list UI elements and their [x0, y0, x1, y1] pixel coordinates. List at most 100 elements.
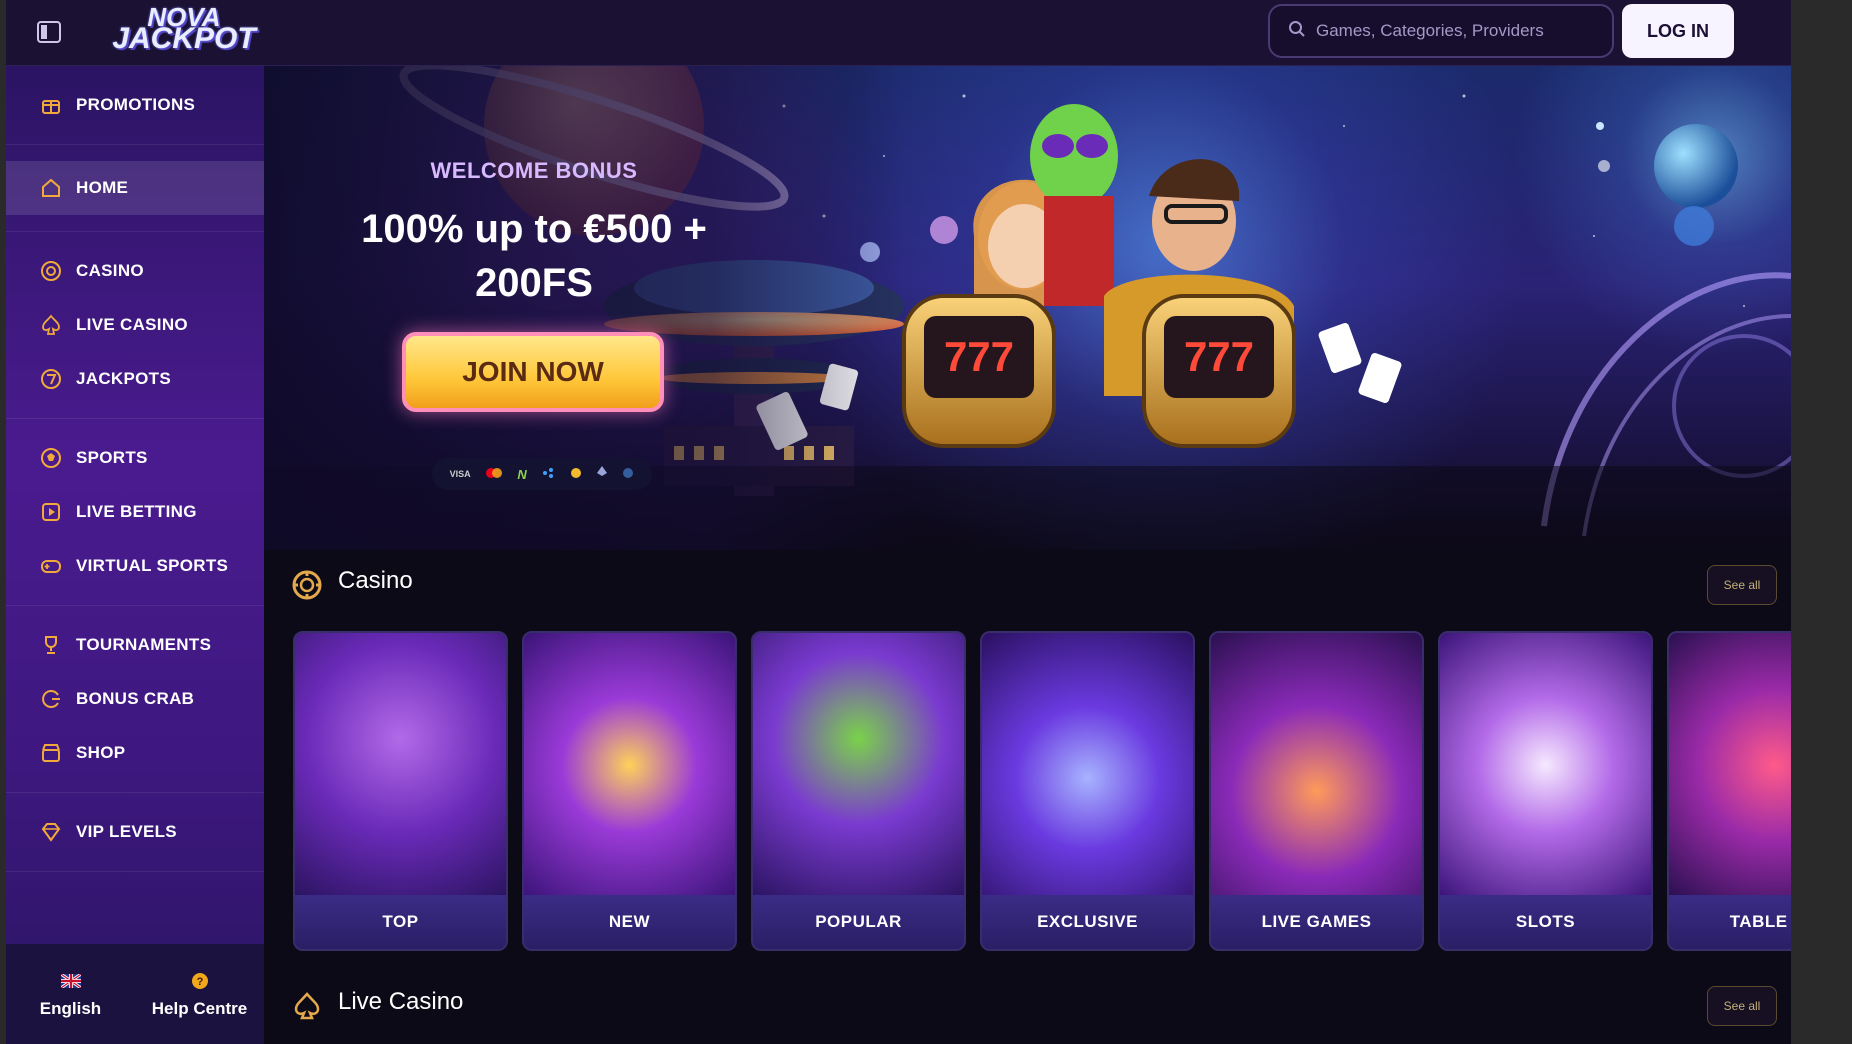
sidebar-group: VIP LEVELS: [6, 793, 264, 872]
category-card-art: [753, 633, 964, 897]
svg-text:?: ?: [196, 976, 203, 988]
sidebar-item-live-casino[interactable]: LIVE CASINO: [6, 298, 264, 352]
hero-eyebrow: WELCOME BONUS: [430, 158, 638, 183]
sidebar-item-bonus-crab[interactable]: BONUS CRAB: [6, 672, 264, 726]
language-label: English: [39, 999, 102, 1018]
sidebar-item-tournaments[interactable]: TOURNAMENTS: [6, 618, 264, 672]
sidebar-group: HOME: [6, 145, 264, 232]
sidebar-item-live-betting[interactable]: LIVE BETTING: [6, 485, 264, 539]
category-card-art: [1440, 633, 1651, 897]
jackpot-seven-icon: [40, 368, 62, 390]
logo-line-2: JACKPOT: [112, 22, 256, 55]
category-card-slots[interactable]: SLOTS: [1438, 631, 1653, 951]
sidebar-group: TOURNAMENTS BONUS CRAB SHOP: [6, 606, 264, 793]
sidebar-group: SPORTS LIVE BETTING VIRTUAL SPORTS: [6, 419, 264, 606]
category-card-art: [1669, 633, 1791, 897]
uk-flag-icon: [60, 969, 81, 993]
mastercard-icon: [486, 467, 503, 481]
help-centre-label: Help Centre: [151, 999, 248, 1018]
home-icon: [40, 177, 62, 199]
casino-see-all-button[interactable]: See all: [1707, 565, 1777, 605]
sidebar-footer: English ? Help Centre: [6, 944, 264, 1044]
category-card-top[interactable]: TOP: [293, 631, 508, 951]
nova-jackpot-logo[interactable]: NOVA JACKPOT: [104, 4, 264, 58]
category-card-art: [524, 633, 735, 897]
sidebar-item-label: VIP LEVELS: [76, 822, 177, 841]
category-card-label: POPULAR: [753, 895, 964, 949]
casino-chip-icon: [40, 260, 62, 282]
ball-icon: [40, 447, 62, 469]
live-casino-section-title: Live Casino: [338, 988, 464, 1015]
crab-claw-icon: [40, 688, 62, 710]
shop-icon: [40, 742, 62, 764]
search-icon: [1288, 20, 1306, 43]
sidebar: PROMOTIONS HOME CASINO LIVE CASINO JACKPOTS S…: [6, 66, 264, 1044]
category-card-label: SLOTS: [1440, 895, 1651, 949]
litecoin-icon: [622, 467, 634, 482]
spade-icon: [40, 314, 62, 336]
category-card-new[interactable]: NEW: [522, 631, 737, 951]
sidebar-item-label: TOURNAMENTS: [76, 635, 212, 654]
join-now-button[interactable]: JOIN NOW: [402, 332, 664, 412]
sidebar-item-promotions[interactable]: PROMOTIONS: [6, 78, 264, 132]
sidebar-item-vip-levels[interactable]: VIP LEVELS: [6, 805, 264, 859]
sidebar-item-label: CASINO: [76, 261, 144, 280]
vip-gem-icon: [40, 821, 62, 843]
sidebar-group: CASINO LIVE CASINO JACKPOTS: [6, 232, 264, 419]
welcome-bonus-banner[interactable]: 777 777 WELCOME BONUS 100% up to €500 + …: [264, 66, 1791, 550]
live-play-icon: [40, 501, 62, 523]
neteller-logo: N: [517, 466, 527, 482]
visa-logo: VISA: [449, 469, 471, 479]
sidebar-item-sports[interactable]: SPORTS: [6, 431, 264, 485]
category-card-art: [1211, 633, 1422, 897]
category-card-label: EXCLUSIVE: [982, 895, 1193, 949]
sidebar-item-casino[interactable]: CASINO: [6, 244, 264, 298]
sidebar-toggle-icon[interactable]: [36, 20, 62, 44]
sidebar-item-label: BONUS CRAB: [76, 689, 195, 708]
category-card-table-ga[interactable]: TABLE GA: [1667, 631, 1791, 951]
category-cards-row: TOP NEW POPULAR EXCLUSIVE LIVE GAMES SLOTS TAB…: [293, 631, 1791, 953]
category-card-popular[interactable]: POPULAR: [751, 631, 966, 951]
help-centre-link[interactable]: ? Help Centre: [135, 944, 264, 1044]
slot-right-reels: 777: [1184, 333, 1254, 380]
trophy-icon: [40, 634, 62, 656]
top-bar: NOVA JACKPOT LOG IN: [6, 0, 1791, 66]
slot-left-reels: 777: [944, 333, 1014, 380]
sidebar-item-jackpots[interactable]: JACKPOTS: [6, 352, 264, 406]
sidebar-item-home[interactable]: HOME: [6, 161, 264, 215]
login-button[interactable]: LOG IN: [1622, 4, 1734, 58]
search-input[interactable]: [1316, 21, 1596, 41]
promotions-icon: [40, 94, 62, 116]
category-card-label: NEW: [524, 895, 735, 949]
casino-section-title: Casino: [338, 567, 413, 594]
category-card-label: LIVE GAMES: [1211, 895, 1422, 949]
payment-methods-strip: VISA N: [432, 458, 652, 490]
page-gutter: [1791, 0, 1852, 1044]
ethereum-icon: [596, 465, 607, 483]
language-selector[interactable]: English: [6, 944, 135, 1044]
category-card-art: [295, 633, 506, 897]
live-casino-see-all-button[interactable]: See all: [1707, 986, 1777, 1026]
casino-app: NOVA JACKPOT LOG IN PROMOTIONS HOME CASINO…: [6, 0, 1791, 1044]
sidebar-item-shop[interactable]: SHOP: [6, 726, 264, 780]
category-card-label: TOP: [295, 895, 506, 949]
sidebar-group: PROMOTIONS: [6, 66, 264, 145]
coin-icon: [570, 467, 582, 482]
crypto-network-icon: [542, 467, 554, 482]
sidebar-item-label: PROMOTIONS: [76, 95, 196, 114]
category-card-art: [982, 633, 1193, 897]
sidebar-item-label: LIVE BETTING: [76, 502, 197, 521]
help-icon: ?: [191, 969, 209, 993]
search-box[interactable]: [1268, 4, 1614, 58]
category-card-label: TABLE GA: [1669, 895, 1791, 949]
sidebar-item-virtual-sports[interactable]: VIRTUAL SPORTS: [6, 539, 264, 593]
gamepad-icon: [40, 555, 62, 577]
sidebar-item-label: HOME: [76, 178, 129, 197]
casino-section-header: Casino See all: [264, 557, 1791, 611]
live-casino-section-header: Live Casino See all: [264, 978, 1791, 1032]
sidebar-item-label: LIVE CASINO: [76, 315, 188, 334]
sidebar-item-label: VIRTUAL SPORTS: [76, 556, 229, 575]
category-card-live-games[interactable]: LIVE GAMES: [1209, 631, 1424, 951]
category-card-exclusive[interactable]: EXCLUSIVE: [980, 631, 1195, 951]
sidebar-item-label: SPORTS: [76, 448, 148, 467]
